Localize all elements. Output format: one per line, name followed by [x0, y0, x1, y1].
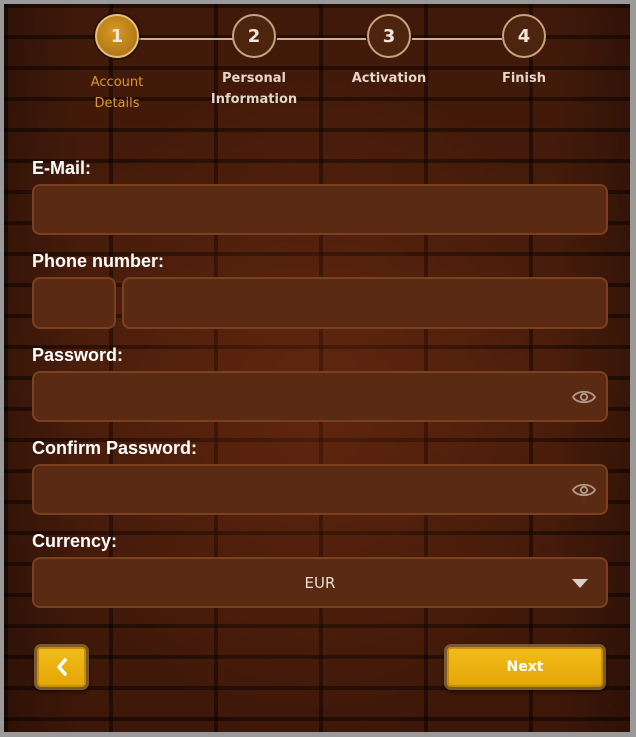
email-label: E-Mail: — [32, 158, 92, 178]
registration-stepper: 1 Account Details 2 Personal Information… — [4, 4, 630, 124]
phone-number-box — [122, 277, 608, 329]
password-field[interactable] — [34, 373, 606, 420]
chevron-down-icon — [572, 578, 588, 588]
email-field-box — [32, 184, 608, 235]
registration-panel: 1 Account Details 2 Personal Information… — [4, 4, 630, 732]
password-field-box — [32, 371, 608, 422]
password-label: Password: — [32, 345, 124, 365]
step-label: Activation — [351, 71, 427, 86]
step-account-details[interactable]: 1 Account Details — [47, 14, 187, 114]
step-activation[interactable]: 3 Activation — [319, 14, 459, 89]
next-button[interactable]: Next — [444, 644, 606, 690]
currency-select[interactable]: EUR — [32, 557, 608, 608]
step-label: Account Details — [90, 75, 144, 111]
phone-label: Phone number: — [32, 251, 165, 271]
step-number: 4 — [502, 14, 546, 58]
step-number: 3 — [367, 14, 411, 58]
step-personal-information[interactable]: 2 Personal Information — [184, 14, 324, 110]
confirm-password-field[interactable] — [34, 466, 606, 513]
step-label: Personal Information — [210, 71, 298, 107]
step-finish[interactable]: 4 Finish — [454, 14, 594, 89]
currency-label: Currency: — [32, 531, 118, 551]
confirm-password-label: Confirm Password: — [32, 438, 198, 458]
phone-number-field[interactable] — [124, 279, 606, 327]
currency-value: EUR — [304, 573, 336, 592]
step-number: 1 — [95, 14, 139, 58]
back-button[interactable] — [34, 644, 89, 690]
confirm-password-field-box — [32, 464, 608, 515]
chevron-left-icon — [56, 658, 67, 676]
phone-code-box — [32, 277, 116, 329]
step-label: Finish — [501, 71, 547, 86]
phone-code-field[interactable] — [34, 279, 114, 327]
email-field[interactable] — [34, 186, 606, 233]
eye-icon[interactable] — [572, 389, 596, 405]
step-number: 2 — [232, 14, 276, 58]
eye-icon[interactable] — [572, 482, 596, 498]
